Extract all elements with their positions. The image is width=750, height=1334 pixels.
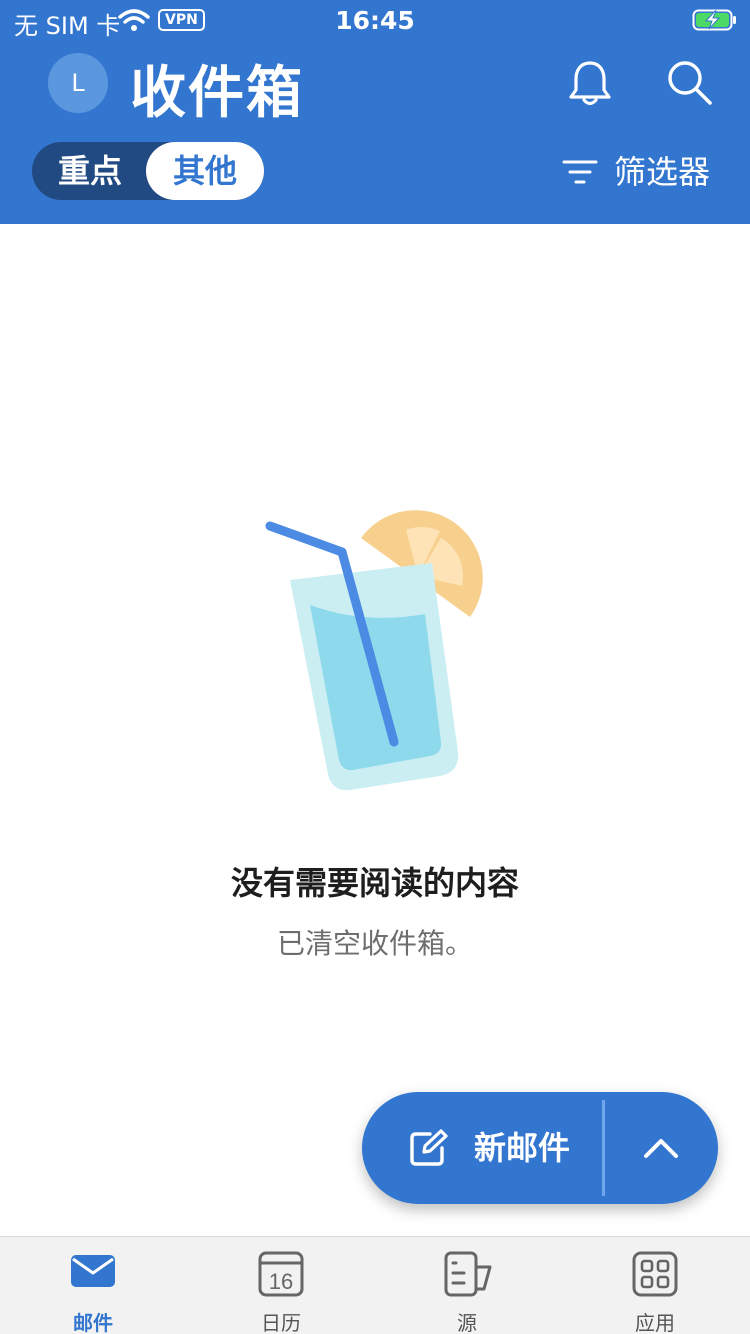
feed-icon <box>444 1251 492 1297</box>
tab-focused[interactable]: 重点 <box>32 142 148 200</box>
chevron-up-icon <box>644 1139 678 1158</box>
tab-label-calendar: 日历 <box>261 1311 301 1334</box>
inbox-screen: 无 SIM 卡 VPN 16:45 L 收件箱 重点 其他 筛选器 没有需要阅读… <box>0 0 750 1334</box>
tab-bar: 邮件 16 日历 源 应用 <box>0 1236 750 1334</box>
header: 无 SIM 卡 VPN 16:45 L 收件箱 重点 其他 筛选器 <box>0 0 750 224</box>
calendar-day: 16 <box>269 1269 293 1294</box>
search-icon[interactable] <box>664 58 716 108</box>
inbox-segment-control: 重点 其他 <box>32 142 264 200</box>
new-mail-label: 新邮件 <box>474 1129 571 1167</box>
apps-icon <box>632 1251 678 1297</box>
tab-feed[interactable]: 源 <box>374 1237 560 1334</box>
filter-label: 筛选器 <box>614 153 711 191</box>
mail-icon <box>71 1255 115 1287</box>
expand-button[interactable] <box>605 1092 718 1204</box>
tab-label-feed: 源 <box>457 1311 477 1334</box>
page-title: 收件箱 <box>130 61 304 126</box>
filter-icon <box>562 160 598 184</box>
new-mail-button[interactable]: 新邮件 <box>362 1092 602 1204</box>
clock: 16:45 <box>335 6 415 35</box>
calendar-icon: 16 <box>258 1251 304 1297</box>
compose-icon <box>410 1129 448 1166</box>
bell-icon[interactable] <box>566 58 614 108</box>
battery-charging-icon <box>692 9 736 31</box>
tab-mail[interactable]: 邮件 <box>0 1237 186 1334</box>
empty-state-subtitle: 已清空收件箱。 <box>276 927 473 960</box>
empty-inbox-illustration <box>265 510 483 791</box>
avatar[interactable]: L <box>48 53 108 113</box>
tab-other[interactable]: 其他 <box>146 142 264 200</box>
status-bar: 无 SIM 卡 VPN 16:45 <box>0 0 750 40</box>
tab-calendar[interactable]: 16 日历 <box>188 1237 374 1334</box>
tab-label-mail: 邮件 <box>73 1311 113 1334</box>
new-mail-fab: 新邮件 <box>362 1092 718 1204</box>
tab-apps[interactable]: 应用 <box>562 1237 748 1334</box>
tab-label-apps: 应用 <box>635 1311 675 1334</box>
empty-state-title: 没有需要阅读的内容 <box>230 864 519 902</box>
